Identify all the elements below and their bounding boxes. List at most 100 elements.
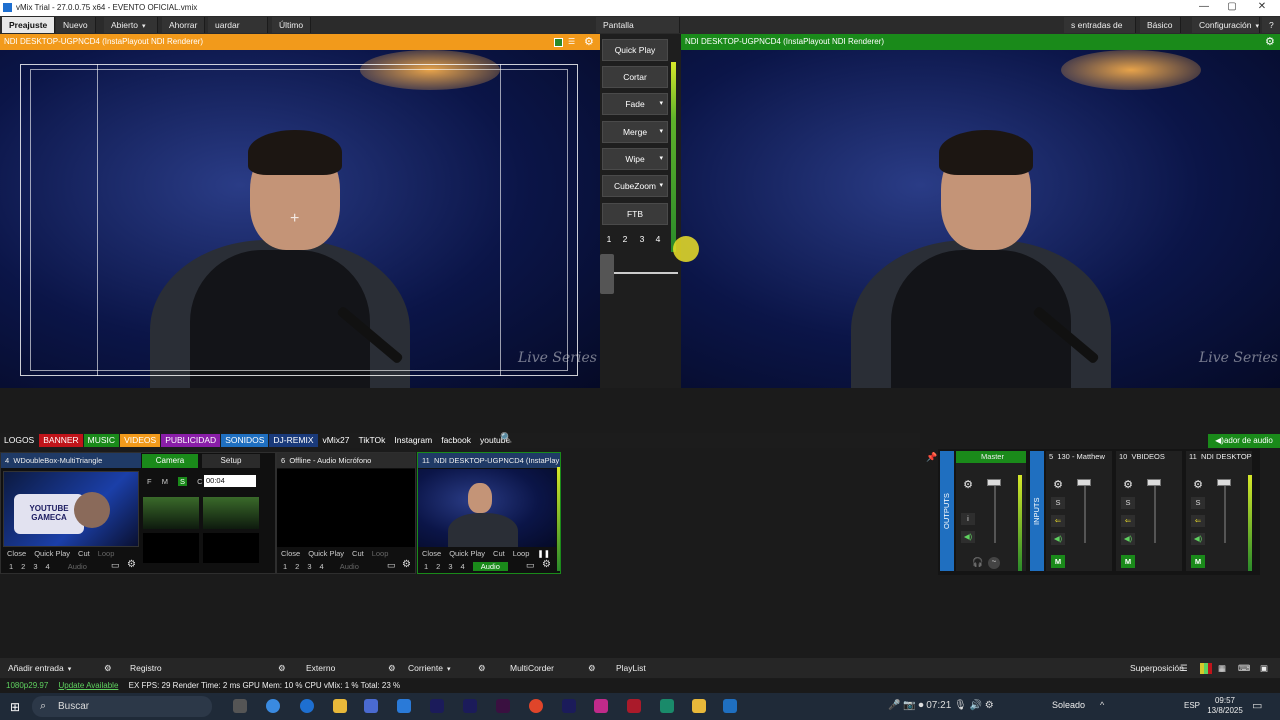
monitor-icon[interactable]: ▭ [526, 560, 535, 571]
sub-thumbnail[interactable] [203, 533, 259, 563]
close-icon[interactable]: ✕ [1250, 1, 1274, 15]
arrow-left-icon[interactable]: ⇐ [1051, 515, 1065, 527]
t-bar-slider[interactable] [600, 254, 681, 294]
gear-icon[interactable]: ⚙ [270, 660, 294, 676]
input-4[interactable]: 4 WDoubleBox-MultiTriangle Camera Setup … [0, 452, 276, 574]
vmix-taskbar-icon[interactable] [723, 699, 737, 713]
windows-start-icon[interactable]: ⊞ [10, 700, 20, 714]
quick-play-button[interactable]: Quick Play [308, 549, 344, 558]
transition-number-2[interactable]: 2 [618, 234, 632, 246]
store-icon[interactable] [364, 699, 378, 713]
language-indicator[interactable]: ESP [1184, 701, 1200, 710]
pin-icon[interactable]: 📌 [926, 452, 937, 466]
input-thumbnail[interactable] [418, 469, 556, 547]
tab-music[interactable]: MUSIC [83, 434, 120, 447]
arrow-left-icon[interactable]: ⇐ [1191, 515, 1205, 527]
solo-button[interactable]: S [1191, 497, 1205, 509]
chevron-up-icon[interactable]: ^ [1100, 700, 1104, 710]
gear-icon[interactable]: ⚙ [542, 559, 551, 570]
loop-button[interactable]: Loop [372, 549, 389, 558]
gear-icon[interactable]: ⚙ [96, 660, 120, 676]
maximize-icon[interactable]: ▢ [1220, 1, 1244, 15]
gear-icon[interactable]: ⚙ [1192, 479, 1204, 491]
tab-instagram[interactable]: Instagram [390, 434, 437, 447]
eq-knob-icon[interactable]: ~ [988, 557, 1000, 569]
close-button[interactable]: Close [281, 549, 300, 558]
cut-button[interactable]: Cut [493, 549, 505, 558]
transition-number-4[interactable]: 4 [651, 234, 665, 246]
headphones-icon[interactable]: 🎧 [972, 557, 983, 568]
gear-icon[interactable]: ⚙ [402, 559, 411, 570]
tab-dj-remix[interactable]: DJ-REMIX [269, 434, 318, 447]
sub-thumbnail[interactable] [143, 533, 199, 563]
levels-icon[interactable] [1200, 663, 1212, 674]
cut-button[interactable]: Cut [352, 549, 364, 558]
lock-icon[interactable]: ▣ [1256, 660, 1272, 676]
master-fader-knob[interactable] [987, 479, 1001, 486]
mail-icon[interactable] [397, 699, 411, 713]
multicorder-button[interactable]: MultiCorder [502, 660, 562, 676]
gear-icon[interactable]: ⚙ [470, 660, 494, 676]
notification-icon[interactable]: ▭ [1252, 699, 1262, 712]
minimize-icon[interactable]: — [1192, 1, 1216, 15]
speaker-icon[interactable]: ◀) [1191, 533, 1205, 545]
audio-button[interactable]: Audio [68, 562, 87, 571]
stream-button[interactable]: Corriente ▾ [400, 660, 458, 676]
tab-logos[interactable]: LOGOS [0, 434, 39, 447]
menu-ahorrar[interactable]: Ahorrar [162, 17, 206, 33]
speaker-icon[interactable]: ◀) [1121, 533, 1135, 545]
overlay-4[interactable]: 4 [46, 562, 50, 571]
list-icon[interactable]: ☰ [568, 34, 575, 50]
gear-icon[interactable]: ⚙ [1265, 34, 1275, 50]
overlay-2[interactable]: 2 [21, 562, 25, 571]
after-effects-icon[interactable] [562, 699, 576, 713]
app-icon[interactable] [496, 699, 510, 713]
input-thumbnail[interactable]: YOUTUBE GAMECA [3, 471, 139, 547]
app-icon[interactable] [627, 699, 641, 713]
record-button[interactable]: Registro [122, 660, 170, 676]
solo-button[interactable]: S [1051, 497, 1065, 509]
tab-tiktok[interactable]: TikTOk [354, 434, 390, 447]
app-icon[interactable] [692, 699, 706, 713]
cut-button[interactable]: Cortar [602, 66, 668, 88]
overlay-3[interactable]: 3 [307, 562, 311, 571]
ftb-button[interactable]: FTB [602, 203, 668, 225]
gear-icon[interactable]: ⚙ [962, 479, 974, 491]
audio-button[interactable]: Audio [472, 562, 508, 571]
gear-icon[interactable]: ⚙ [580, 660, 604, 676]
overlay-2[interactable]: 2 [436, 562, 440, 571]
copilot-icon[interactable] [266, 699, 280, 713]
preview-video[interactable]: Live Series + [0, 50, 600, 388]
task-view-icon[interactable] [233, 699, 247, 713]
gear-icon[interactable]: ⚙ [584, 34, 594, 50]
tab-banner[interactable]: BANNER [39, 434, 83, 447]
input-header[interactable]: 6 Offline - Audio Micrófono [277, 453, 415, 468]
taskbar-search[interactable]: ⌕ Buscar [32, 696, 212, 717]
app-icon[interactable] [660, 699, 674, 713]
overlay-3[interactable]: 3 [33, 562, 37, 571]
cut-button[interactable]: Cut [78, 549, 90, 558]
green-square-icon[interactable] [554, 38, 563, 47]
chevron-down-icon[interactable]: ▾ [659, 122, 663, 142]
flag-f[interactable]: F [147, 477, 152, 486]
pause-icon[interactable]: ❚❚ [537, 549, 550, 558]
monitor-icon[interactable]: ▭ [387, 560, 396, 571]
after-effects-icon[interactable] [430, 699, 444, 713]
merge-button[interactable]: Merge ▾ [602, 121, 668, 143]
speaker-icon[interactable]: ◀) [961, 531, 975, 543]
flag-c[interactable]: C [197, 477, 202, 486]
overlay-4[interactable]: 4 [320, 562, 324, 571]
transition-number-3[interactable]: 3 [635, 234, 649, 246]
menu-basico[interactable]: Básico [1140, 17, 1181, 33]
audio-mixer-button[interactable]: ◀)ador de audio [1208, 434, 1280, 448]
menu-preajuste[interactable]: Preajuste [2, 17, 56, 33]
speaker-icon[interactable]: ◀) [1051, 533, 1065, 545]
tab-sonidos[interactable]: SONIDOS [221, 434, 269, 447]
chrome-icon[interactable] [529, 699, 543, 713]
master-bus-button[interactable]: M [1051, 555, 1065, 568]
tray-icons[interactable]: 🎤 📷 ⏺ 07:21 🎙 🔊 ⚙ [888, 700, 994, 711]
external-button[interactable]: Externo [298, 660, 343, 676]
camera-button[interactable]: Camera [142, 454, 198, 468]
info-button[interactable]: i [961, 513, 975, 525]
search-icon[interactable]: 🔍 [500, 433, 512, 444]
